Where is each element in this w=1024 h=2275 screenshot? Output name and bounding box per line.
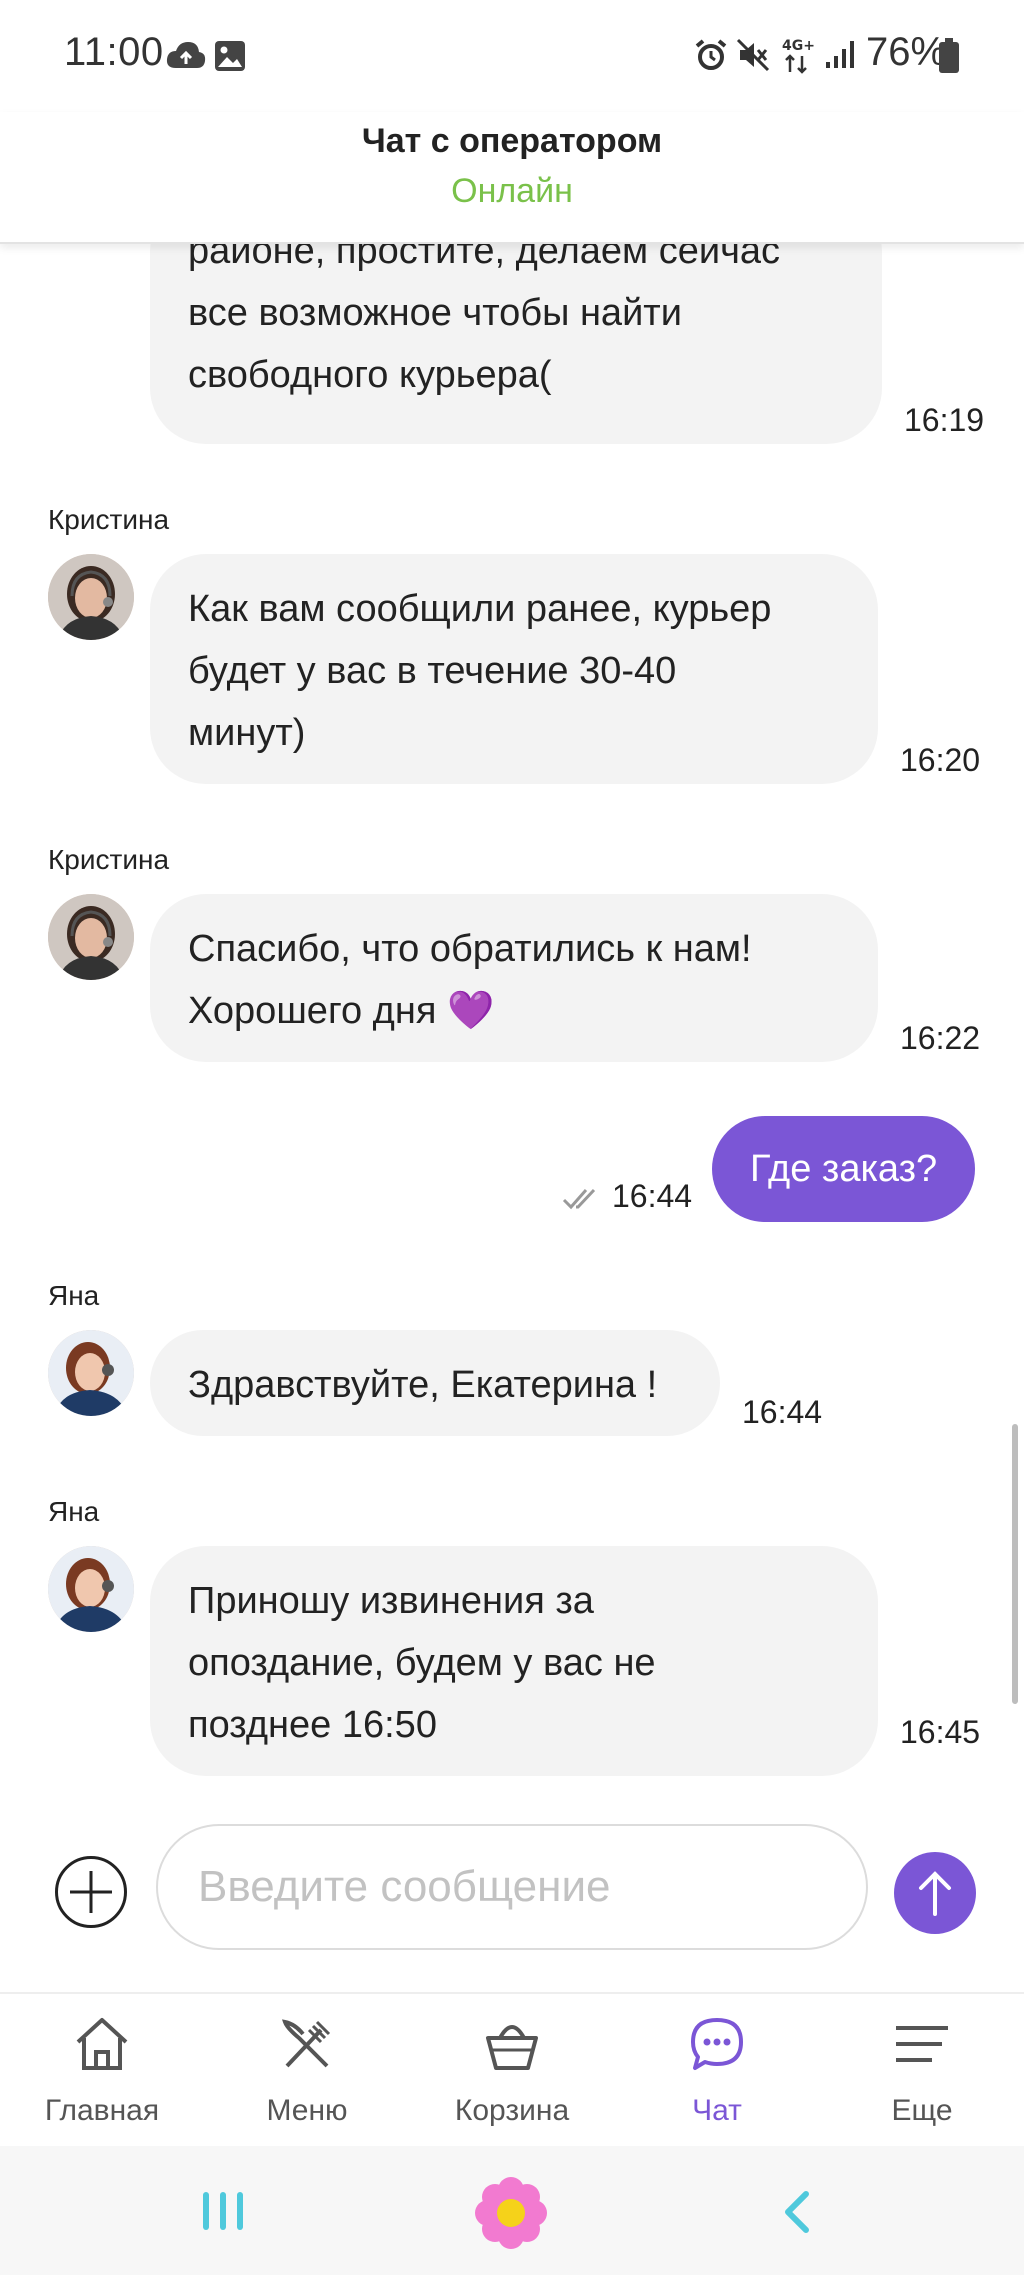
message-line: свободного курьера( (188, 354, 552, 396)
chat-message-list[interactable]: районе, простите, делаем сейчас все возм… (0, 244, 1024, 1816)
message-bubble: районе, простите, делаем сейчас все возм… (150, 244, 882, 444)
message-line: опоздание, будем у вас не (188, 1642, 656, 1684)
message-line: все возможное чтобы найти (188, 292, 682, 334)
svg-text:4G+: 4G+ (782, 38, 814, 54)
nav-label: Корзина (454, 2094, 570, 2127)
nav-item-chat[interactable]: Чат (615, 1994, 819, 2148)
message-line: минут) (188, 712, 306, 754)
message-input[interactable] (156, 1824, 868, 1950)
home-flower-icon[interactable] (474, 2176, 548, 2250)
arrow-up-icon (919, 1871, 951, 1916)
message-line: позднее 16:50 (188, 1704, 437, 1746)
message-composer (0, 1816, 1024, 1992)
message-bubble: Здравствуйте, Екатерина ! (150, 1330, 720, 1436)
chat-header: Чат с оператором Онлайн (0, 112, 1024, 244)
send-button[interactable] (894, 1852, 976, 1934)
4g-data-icon: 4G+ (782, 38, 814, 74)
nav-item-more[interactable]: Еще (820, 1994, 1024, 2148)
nav-label: Еще (891, 2094, 953, 2127)
read-checkmarks-icon (562, 1188, 596, 1210)
home-icon (76, 2018, 128, 2070)
message-time: 16:19 (904, 402, 985, 438)
sender-name: Яна (48, 1280, 100, 1311)
fork-knife-icon (282, 2019, 331, 2068)
add-attachment-button[interactable] (55, 1856, 127, 1928)
nav-label: Чат (692, 2094, 742, 2127)
nav-item-home[interactable]: Главная (0, 1994, 204, 2148)
operator-avatar (48, 1546, 134, 1632)
sender-name: Кристина (48, 504, 170, 535)
menu-lines-icon (896, 2026, 948, 2062)
message-line: районе, простите, делаем сейчас (188, 244, 781, 272)
message-bubble: Приношу извинения за опоздание, будем у … (150, 1546, 878, 1776)
scrollbar[interactable] (1012, 1424, 1018, 1704)
chat-icon (691, 2018, 743, 2070)
cloud-upload-icon (166, 42, 206, 68)
sender-name: Кристина (48, 844, 170, 875)
nav-label: Меню (266, 2094, 348, 2127)
status-time: 11:00 (64, 30, 164, 74)
nav-item-menu[interactable]: Меню (205, 1994, 409, 2148)
system-navigation-bar (0, 2146, 1024, 2275)
bottom-navigation: Главная Меню Корзина Чат Еще (0, 1992, 1024, 2146)
operator-avatar (48, 1330, 134, 1416)
message-line: будет у вас в течение 30-40 (188, 650, 677, 692)
message-time: 16:45 (900, 1714, 981, 1750)
signal-icon (826, 41, 854, 68)
page-title: Чат с оператором (361, 122, 663, 160)
image-icon (215, 41, 245, 71)
message-line: Как вам сообщили ранее, курьер (188, 588, 772, 630)
alarm-icon (695, 39, 727, 70)
status-bar: 11:00 4G+ 76% (0, 0, 1024, 112)
nav-item-cart[interactable]: Корзина (410, 1994, 614, 2148)
message-time: 16:44 (742, 1394, 823, 1430)
battery-icon (939, 38, 959, 73)
basket-icon (486, 2025, 538, 2070)
message-line: Приношу извинения за (188, 1580, 594, 1622)
recent-apps-icon[interactable] (200, 2188, 246, 2234)
operator-status: Онлайн (451, 172, 573, 210)
message-time: 16:22 (900, 1020, 981, 1056)
operator-avatar (48, 894, 134, 980)
message-time: 16:20 (900, 742, 981, 778)
message-time: 16:44 (612, 1178, 693, 1214)
mute-icon (736, 38, 770, 72)
plus-icon (70, 1871, 112, 1913)
message-bubble: Спасибо, что обратились к нам! Хорошего … (150, 894, 878, 1062)
back-icon[interactable] (780, 2190, 814, 2234)
operator-avatar (48, 554, 134, 640)
message-line: Спасибо, что обратились к нам! (188, 928, 752, 970)
message-bubble: Как вам сообщили ранее, курьер будет у в… (150, 554, 878, 784)
message-line: Хорошего дня 💜 (188, 990, 495, 1032)
battery-percent: 76% (866, 30, 947, 74)
message-line: Здравствуйте, Екатерина ! (188, 1364, 658, 1406)
outgoing-message-bubble: Где заказ? (712, 1116, 976, 1222)
sender-name: Яна (48, 1496, 100, 1527)
nav-label: Главная (44, 2094, 160, 2127)
